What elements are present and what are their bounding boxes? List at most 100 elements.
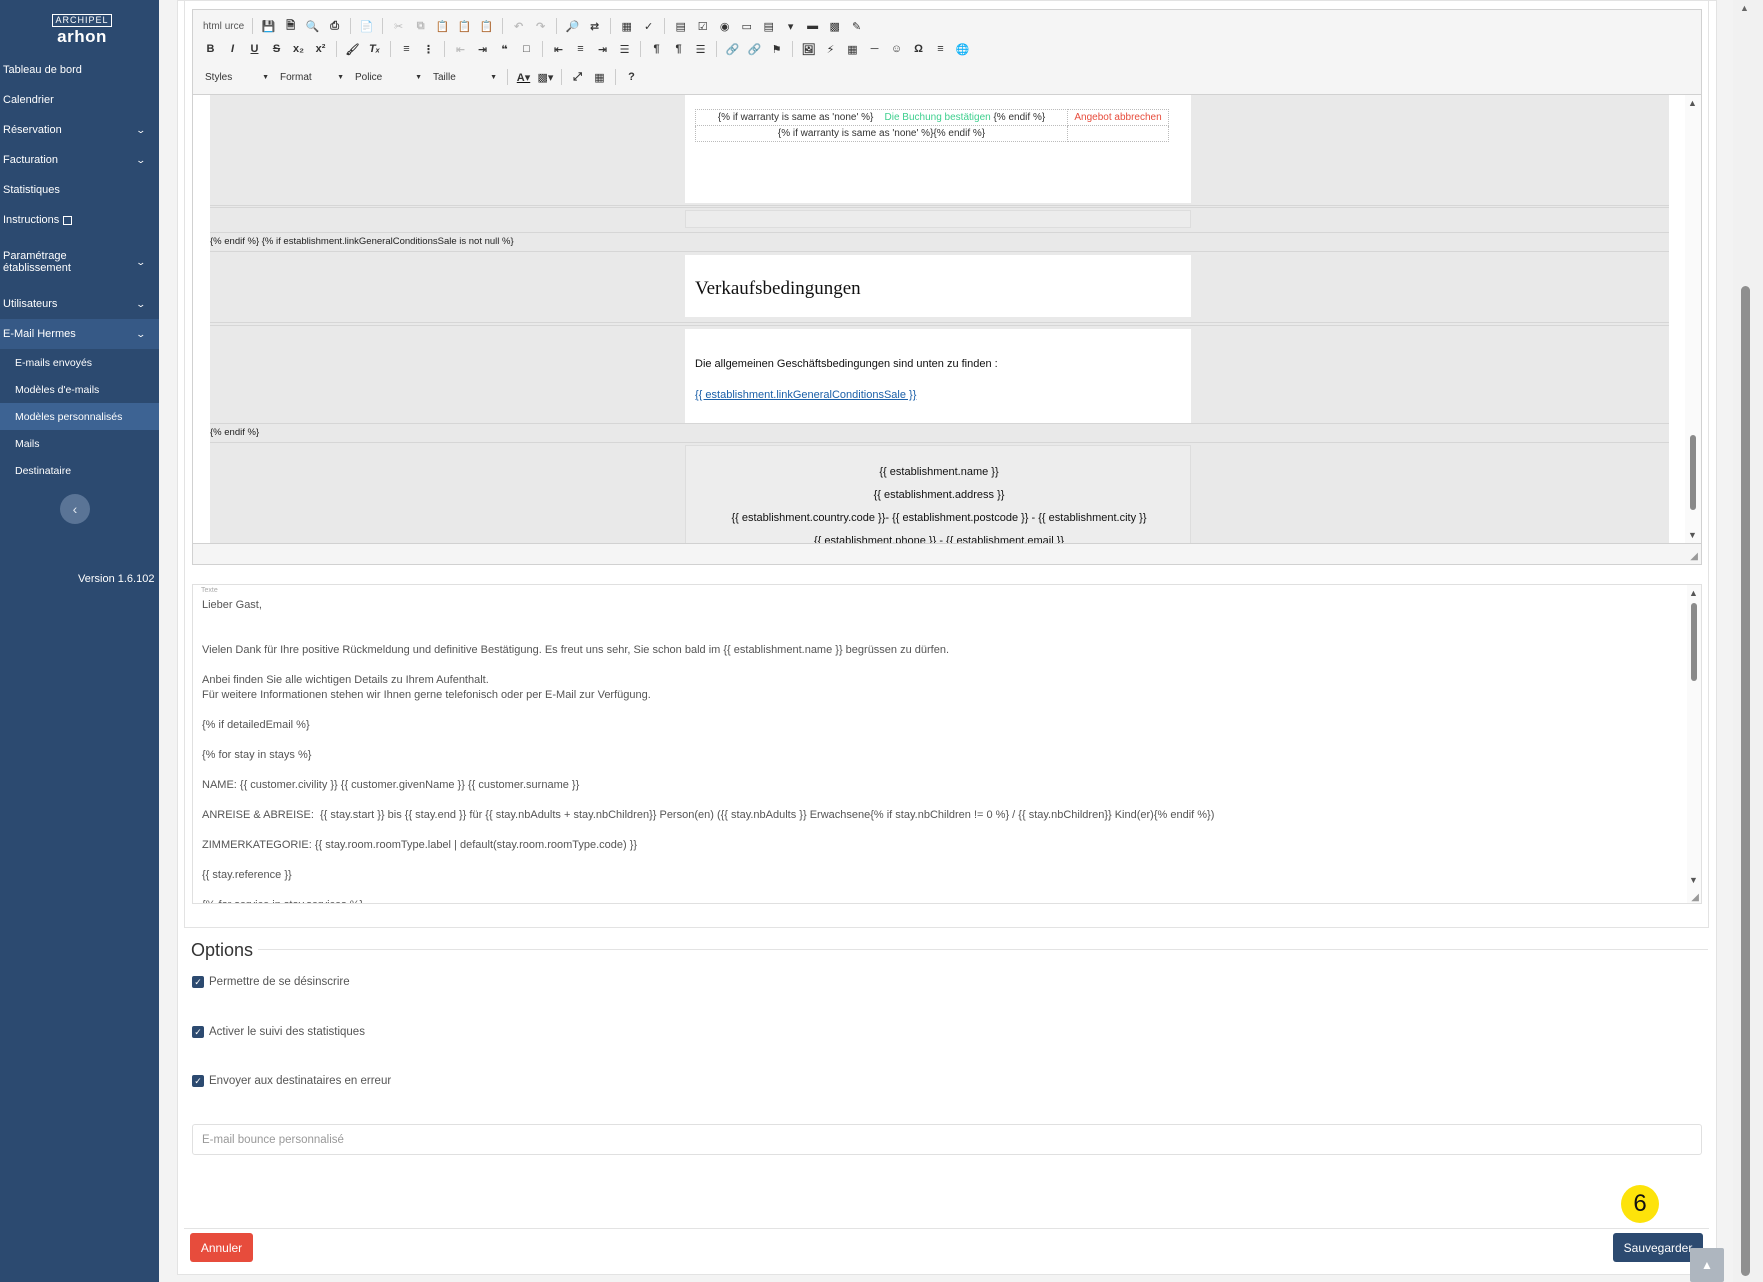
sidebar-item-utilisateurs[interactable]: Utilisateurs ⌄: [0, 289, 159, 319]
resize-grip-icon[interactable]: ◢: [1691, 892, 1699, 903]
table-icon[interactable]: ▦: [843, 40, 862, 59]
scroll-thumb[interactable]: [1691, 603, 1697, 681]
check-icon[interactable]: ✓: [192, 976, 204, 988]
sidebar-item-email-hermes[interactable]: E-Mail Hermes ⌄: [0, 319, 159, 349]
radio-icon[interactable]: ◉: [715, 17, 734, 36]
outdent-icon[interactable]: ⇤: [451, 40, 470, 59]
conditions-link[interactable]: {{ establishment.linkGeneralConditionsSa…: [695, 389, 916, 401]
wysiwyg-area[interactable]: {% if warranty is same as 'none' %} Die …: [192, 95, 1702, 543]
page-scrollbar[interactable]: ▲: [1733, 0, 1763, 1282]
scroll-thumb[interactable]: [1690, 435, 1696, 510]
check-icon[interactable]: ✓: [192, 1026, 204, 1038]
scroll-down-icon[interactable]: ▼: [1688, 530, 1697, 540]
language-icon[interactable]: ☰: [691, 40, 710, 59]
sidebar-item-instructions[interactable]: Instructions: [0, 205, 159, 235]
paste-icon[interactable]: 📋: [433, 17, 452, 36]
smiley-icon[interactable]: ☺: [887, 40, 906, 59]
select-field-icon[interactable]: ▾: [781, 17, 800, 36]
image-icon[interactable]: 🖼: [799, 40, 818, 59]
format-combo[interactable]: Format ▼: [276, 68, 348, 87]
unsubscribe-checkbox[interactable]: ✓ Permettre de se désinscrire: [192, 976, 350, 988]
div-container-icon[interactable]: □: [517, 40, 536, 59]
numbered-list-icon[interactable]: ≡: [397, 40, 416, 59]
print-icon[interactable]: ⎙: [325, 17, 344, 36]
sidebar-item-statistiques[interactable]: Statistiques: [0, 175, 159, 205]
resize-grip-icon[interactable]: ◢: [1690, 551, 1698, 562]
cancel-offer-link[interactable]: Angebot abbrechen: [1067, 109, 1169, 126]
font-combo[interactable]: Police ▼: [351, 68, 426, 87]
scroll-up-icon[interactable]: ▲: [1740, 3, 1749, 13]
page-scroll-thumb[interactable]: [1741, 286, 1750, 1276]
flash-icon[interactable]: ⚡: [821, 40, 840, 59]
new-page-icon[interactable]: 🗎: [281, 17, 300, 36]
remove-format-icon[interactable]: Tₓ: [365, 40, 384, 59]
link-icon[interactable]: 🔗: [723, 40, 742, 59]
image-button-icon[interactable]: ▩: [825, 17, 844, 36]
anchor-icon[interactable]: ⚑: [767, 40, 786, 59]
iframe-icon[interactable]: 🌐: [953, 40, 972, 59]
help-icon[interactable]: ?: [622, 68, 641, 87]
sidebar-item-parametrage[interactable]: Paramétrage établissement ⌄: [0, 247, 159, 277]
scroll-up-icon[interactable]: ▲: [1689, 588, 1698, 598]
align-left-icon[interactable]: ⇤: [549, 40, 568, 59]
paste-word-icon[interactable]: 📋: [477, 17, 496, 36]
spellcheck-icon[interactable]: ✓: [639, 17, 658, 36]
bold-icon[interactable]: B: [201, 40, 220, 59]
sidebar-item-calendrier[interactable]: Calendrier: [0, 85, 159, 115]
bulleted-list-icon[interactable]: ⋮: [419, 40, 438, 59]
stats-checkbox[interactable]: ✓ Activer le suivi des statistiques: [192, 1026, 365, 1038]
app-logo[interactable]: ARCHIPEL arhon: [52, 10, 112, 46]
unlink-icon[interactable]: 🔗: [745, 40, 764, 59]
button-field-icon[interactable]: ▬: [803, 17, 822, 36]
italic-icon[interactable]: I: [223, 40, 242, 59]
bounce-email-input[interactable]: [192, 1124, 1702, 1155]
sidebar-subitem-modeles-emails[interactable]: Modèles d'e-mails: [0, 376, 159, 403]
source-button[interactable]: html urce: [201, 21, 246, 32]
texte-scrollbar[interactable]: ▲ ▼: [1687, 585, 1701, 903]
show-blocks-icon[interactable]: ▦: [590, 68, 609, 87]
save-icon[interactable]: 💾: [259, 17, 278, 36]
back-to-top-button[interactable]: ▲: [1690, 1248, 1724, 1282]
check-icon[interactable]: ✓: [192, 1075, 204, 1087]
find-icon[interactable]: 🔎: [563, 17, 582, 36]
ltr-icon[interactable]: ¶: [647, 40, 666, 59]
strike-icon[interactable]: S: [267, 40, 286, 59]
form-icon[interactable]: ▤: [671, 17, 690, 36]
plain-text-content[interactable]: Lieber Gast, Vielen Dank für Ihre positi…: [202, 598, 1214, 903]
align-center-icon[interactable]: ≡: [571, 40, 590, 59]
scroll-up-icon[interactable]: ▲: [1688, 98, 1697, 108]
preview-icon[interactable]: 🔍: [303, 17, 322, 36]
sidebar-item-reservation[interactable]: Réservation ⌄: [0, 115, 159, 145]
error-recipients-checkbox[interactable]: ✓ Envoyer aux destinataires en erreur: [192, 1075, 391, 1087]
sidebar-collapse-button[interactable]: ‹: [60, 494, 90, 524]
cut-icon[interactable]: ✂: [389, 17, 408, 36]
confirm-booking-link[interactable]: Die Buchung bestätigen: [885, 112, 991, 123]
size-combo[interactable]: Taille ▼: [429, 68, 501, 87]
copy-icon[interactable]: ⧉: [411, 17, 430, 36]
plain-text-field[interactable]: Texte Lieber Gast, Vielen Dank für Ihre …: [192, 584, 1702, 904]
rtl-icon[interactable]: ¶: [669, 40, 688, 59]
underline-icon[interactable]: U: [245, 40, 264, 59]
undo-icon[interactable]: ↶: [509, 17, 528, 36]
sidebar-subitem-emails-envoyes[interactable]: E-mails envoyés: [0, 349, 159, 376]
copy-format-icon[interactable]: 🖌: [343, 40, 362, 59]
textarea-icon[interactable]: ▤: [759, 17, 778, 36]
maximize-icon[interactable]: ⤢: [568, 68, 587, 87]
templates-icon[interactable]: 📄: [357, 17, 376, 36]
superscript-icon[interactable]: x²: [311, 40, 330, 59]
justify-icon[interactable]: ☰: [615, 40, 634, 59]
align-right-icon[interactable]: ⇥: [593, 40, 612, 59]
redo-icon[interactable]: ↷: [531, 17, 550, 36]
cancel-button[interactable]: Annuler: [190, 1233, 253, 1262]
select-all-icon[interactable]: ▦: [617, 17, 636, 36]
indent-icon[interactable]: ⇥: [473, 40, 492, 59]
scroll-down-icon[interactable]: ▼: [1689, 875, 1698, 885]
horizontal-line-icon[interactable]: ─: [865, 40, 884, 59]
page-break-icon[interactable]: ≡: [931, 40, 950, 59]
special-char-icon[interactable]: Ω: [909, 40, 928, 59]
textfield-icon[interactable]: ▭: [737, 17, 756, 36]
sidebar-subitem-destinataire[interactable]: Destinataire: [0, 457, 159, 484]
paste-text-icon[interactable]: 📋: [455, 17, 474, 36]
replace-icon[interactable]: ⇄: [585, 17, 604, 36]
text-color-icon[interactable]: A▾: [514, 68, 533, 87]
